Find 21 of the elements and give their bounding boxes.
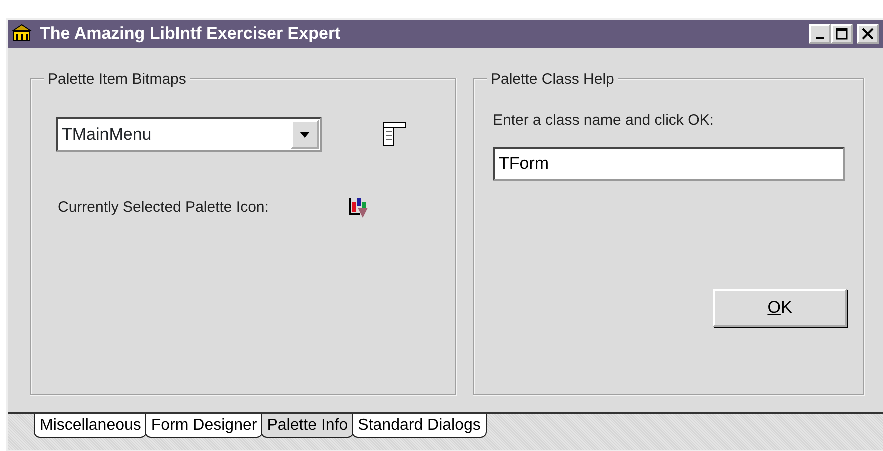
prompt-label: Enter a class name and click OK:	[493, 111, 715, 131]
dropdown[interactable]: TMainMenu	[56, 117, 322, 152]
building-icon	[12, 24, 32, 44]
menu-icon	[382, 120, 408, 148]
window-title: The Amazing LibIntf Exerciser Expert	[40, 23, 341, 46]
minimize-icon	[816, 37, 824, 39]
close-icon	[862, 28, 874, 40]
class-name-field[interactable]: TForm	[493, 146, 845, 180]
minimize-button[interactable]	[809, 24, 831, 44]
tab[interactable]: Standard Dialogs	[352, 414, 487, 438]
close-button[interactable]	[857, 24, 879, 44]
dropdown-arrow-button[interactable]	[291, 120, 319, 149]
tab[interactable]: Palette Info	[261, 414, 354, 438]
chart-icon	[348, 196, 370, 220]
ok-button[interactable]: OK	[713, 288, 847, 326]
caret-icon	[300, 132, 310, 138]
maximize-icon	[836, 28, 848, 40]
tab[interactable]: Form Designer	[145, 414, 264, 438]
maximize-button[interactable]	[831, 24, 853, 44]
tab[interactable]: Miscellaneous	[34, 414, 148, 438]
selected-icon-label: Currently Selected Palette Icon:	[58, 198, 270, 218]
